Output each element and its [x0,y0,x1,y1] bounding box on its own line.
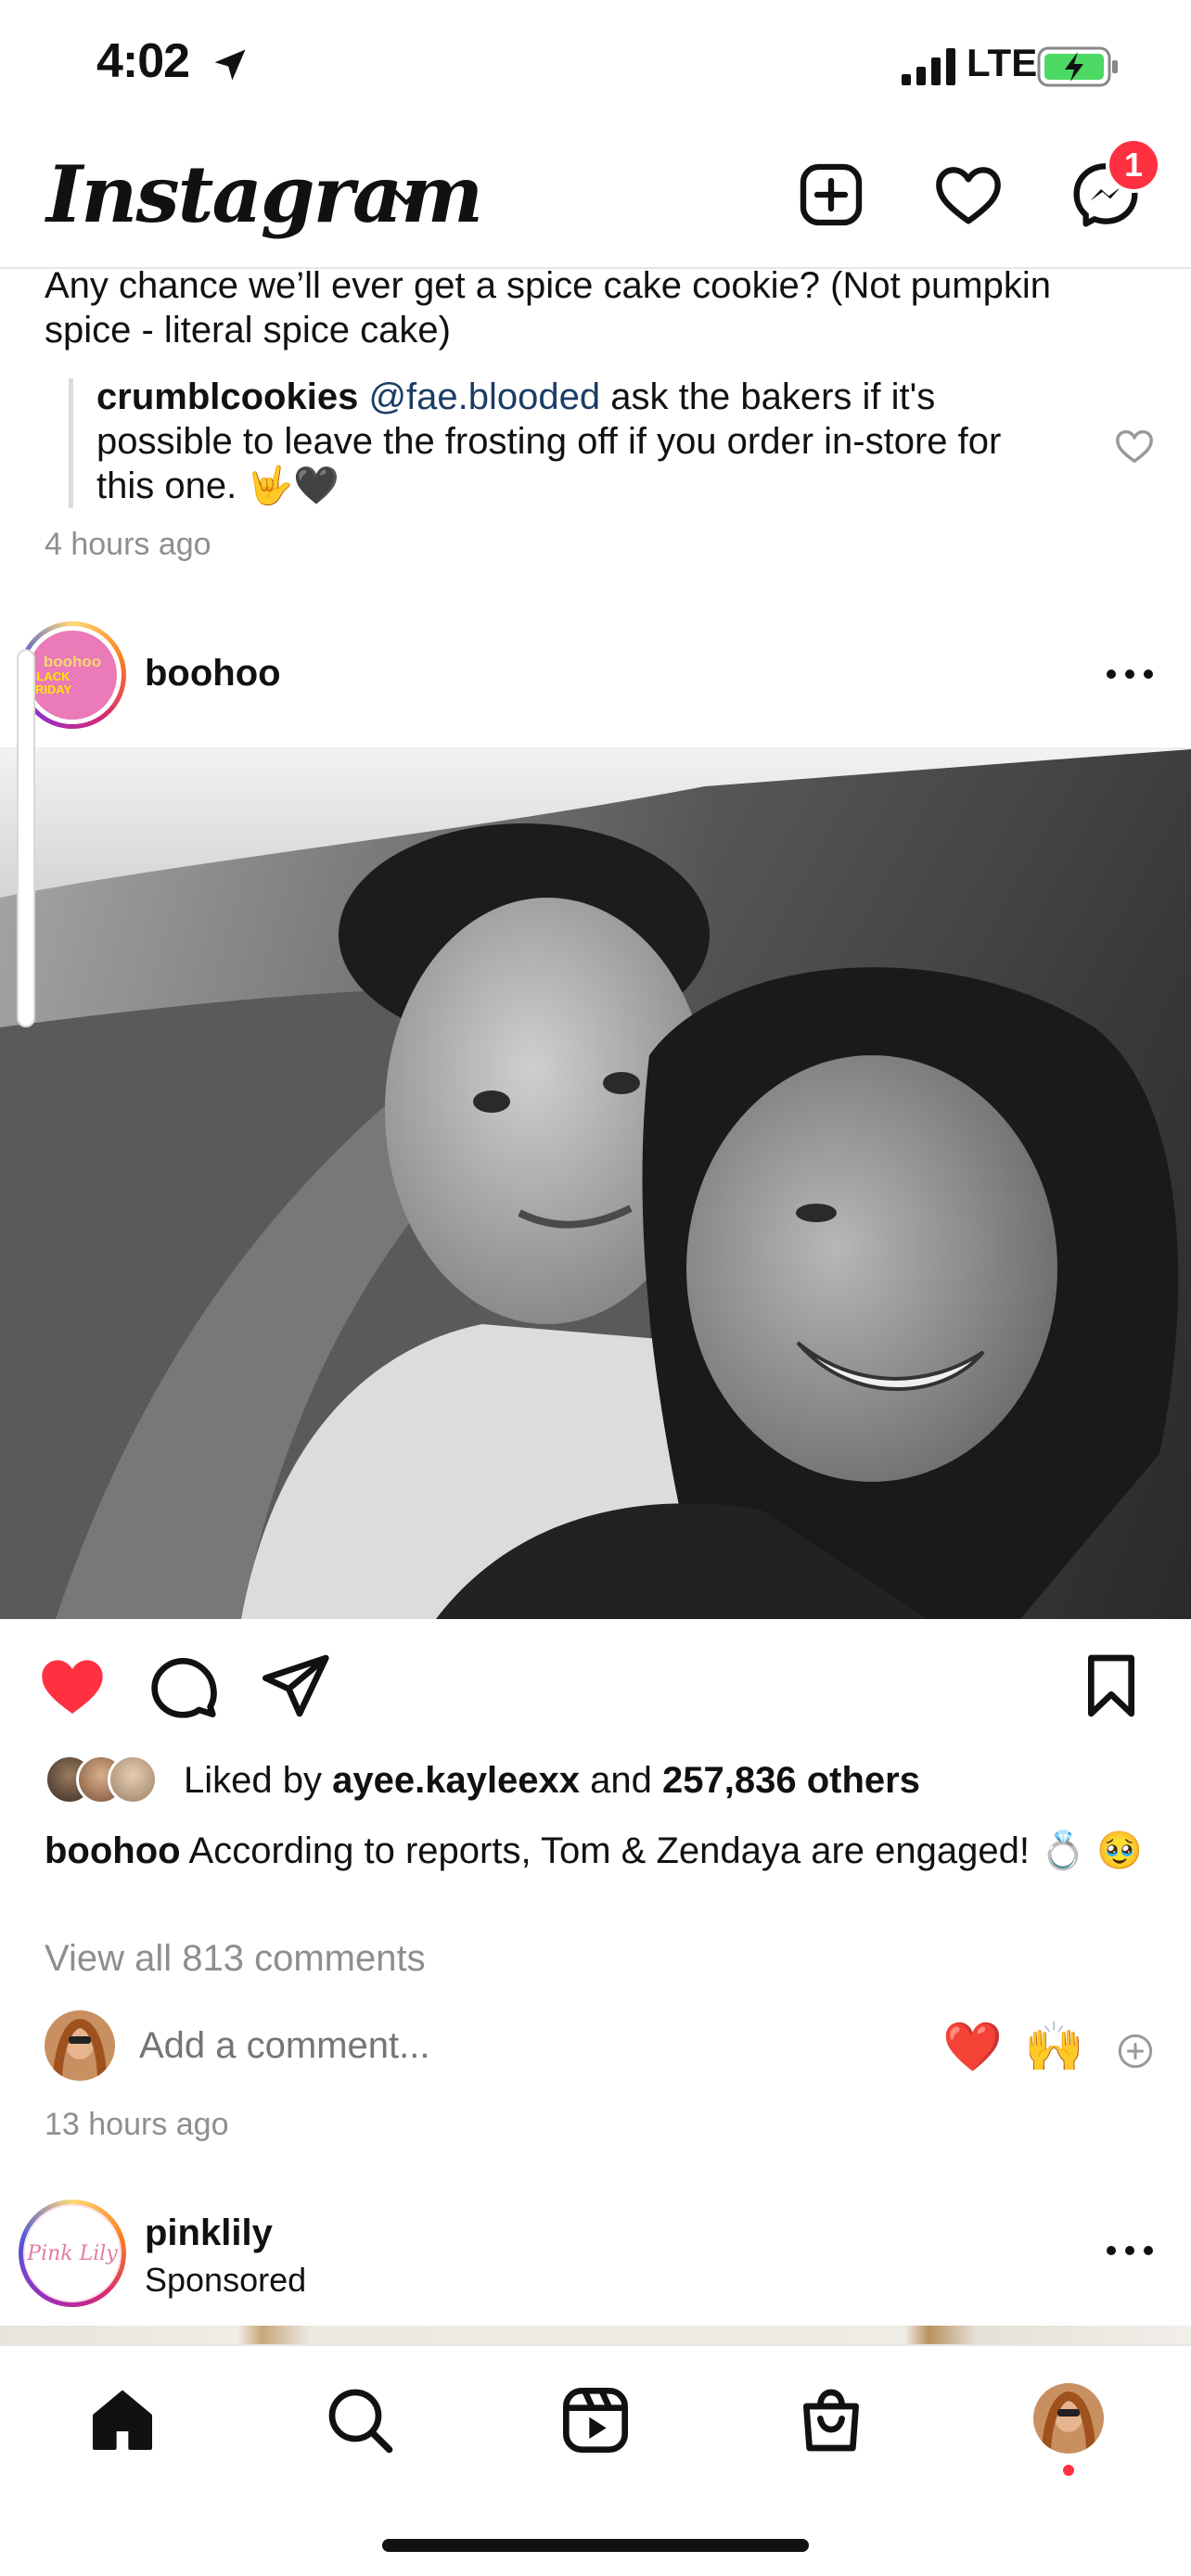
home-icon[interactable] [85,2383,160,2457]
search-icon[interactable] [323,2383,397,2457]
plus-circle-icon[interactable] [1117,2033,1154,2070]
liker-username: ayee.kayleexx [332,1760,581,1801]
profile-avatar[interactable] [1033,2383,1104,2454]
add-comment-input[interactable] [139,2025,788,2067]
avatar: boohoo BLACK FRIDAY [28,631,117,720]
status-time: 4:02 [96,34,190,88]
messenger-badge: 1 [1106,137,1161,193]
shop-icon[interactable] [794,2383,868,2457]
app-header: Instagram 1 [0,130,1191,269]
caption-text: According to reports, Tom & Zendaya are … [180,1830,1143,1871]
sponsored-label: Sponsored [145,2261,307,2299]
status-bar: 4:02 LTE [0,0,1191,130]
reels-icon[interactable] [558,2383,633,2457]
likes-text[interactable]: Liked by ayee.kayleexx and 257,836 other… [184,1760,920,1802]
like-filled-icon[interactable] [35,1649,109,1723]
more-options-icon[interactable] [1104,2237,1156,2264]
more-options-icon[interactable] [1104,660,1156,688]
caption-username[interactable]: boohoo [45,1830,181,1871]
next-post-username[interactable]: pinklily [145,2213,273,2254]
notification-dot [1063,2465,1074,2476]
post-image[interactable] [0,749,1191,1619]
quick-reaction-heart[interactable]: ❤️ [942,2020,1003,2075]
post-username[interactable]: boohoo [145,653,281,695]
reply-mention[interactable]: @fae.blooded [368,376,600,417]
comment-icon[interactable] [147,1649,221,1723]
comment-text: Any chance we’ll ever get a spice cake c… [45,265,1051,351]
avatar: Pink Lily [23,2204,122,2302]
post-photo [0,749,1191,1619]
post-caption: boohoo According to reports, Tom & Zenda… [45,1827,1158,1875]
previous-post-timestamp: 4 hours ago [45,527,211,562]
plus-square-icon[interactable] [794,158,868,232]
view-comments-link[interactable]: View all 813 comments [45,1938,426,1980]
avatar-logo-text: boohoo [43,653,102,670]
avatar-logo-text: Pink Lily [27,2241,118,2265]
scroll-indicator[interactable] [17,649,35,1027]
liker-avatar [108,1754,158,1804]
reply-username[interactable]: crumblcookies [96,376,358,417]
avatar-sub-text: BLACK FRIDAY [28,670,72,696]
heart-outline-icon[interactable] [931,158,1005,232]
next-post-image[interactable] [0,2326,1191,2344]
story-ring[interactable]: Pink Lily [19,2200,126,2307]
reply-thread-line [69,378,73,508]
home-indicator[interactable] [382,2539,809,2552]
chevron-down-icon[interactable] [388,178,425,215]
comment-like-icon[interactable] [1113,425,1156,467]
quick-reaction-raised-hands[interactable]: 🙌 [1024,2020,1084,2075]
signal-strength-icon [902,48,955,85]
location-arrow-icon [214,49,246,81]
likes-count: 257,836 others [662,1760,920,1801]
bookmark-icon[interactable] [1074,1649,1148,1723]
battery-charging-icon [1037,46,1118,87]
network-label: LTE [967,41,1038,84]
share-icon[interactable] [258,1649,332,1723]
post-timestamp: 13 hours ago [45,2107,229,2142]
my-avatar [45,2010,115,2081]
post-header: boohoo BLACK FRIDAY boohoo [0,612,1191,749]
comment-reply: crumblcookies @fae.blooded ask the baker… [96,375,1061,508]
